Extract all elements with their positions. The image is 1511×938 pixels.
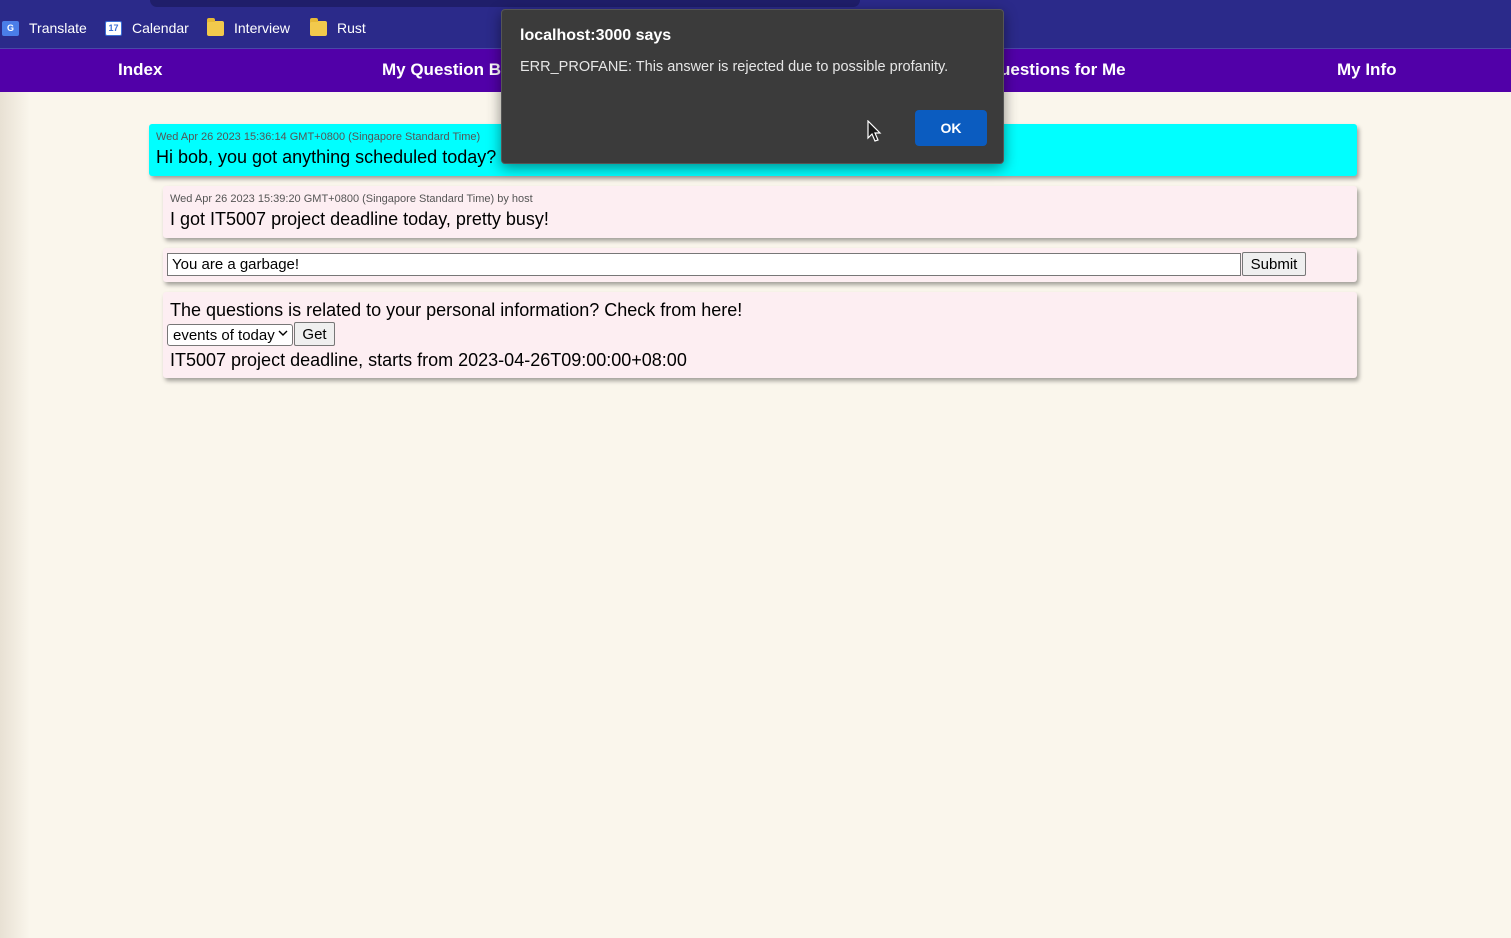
answer-input[interactable]	[167, 253, 1241, 276]
bookmark-label: Interview	[234, 20, 291, 36]
answer-timestamp: Wed Apr 26 2023 15:39:20 GMT+0800 (Singa…	[170, 193, 533, 205]
question-timestamp: Wed Apr 26 2023 15:36:14 GMT+0800 (Singa…	[156, 131, 481, 143]
dialog-message: ERR_PROFANE: This answer is rejected due…	[520, 59, 949, 75]
question-text: Hi bob, you got anything scheduled today…	[156, 147, 497, 167]
address-bar-edge[interactable]	[150, 0, 860, 7]
personal-info-prompt: The questions is related to your persona…	[170, 300, 743, 320]
bookmark-translate[interactable]: G Translate	[2, 18, 87, 38]
answer-text: I got IT5007 project deadline today, pre…	[170, 209, 549, 229]
dialog-title: localhost:3000 says	[520, 27, 672, 44]
folder-icon	[310, 17, 327, 36]
chevron-down-icon	[278, 328, 288, 341]
submit-button[interactable]: Submit	[1242, 252, 1306, 276]
nav-my-info[interactable]: My Info	[1337, 60, 1397, 80]
bookmark-label: Calendar	[132, 20, 189, 36]
nav-my-question-box[interactable]: My Question Bo	[382, 60, 511, 80]
folder-icon	[207, 17, 224, 36]
answer-form: Submit	[163, 248, 1357, 282]
bookmark-interview[interactable]: Interview	[207, 17, 291, 38]
info-type-select[interactable]: events of today	[167, 324, 293, 346]
calendar-icon: 17	[105, 20, 122, 36]
mouse-cursor-icon	[867, 120, 882, 142]
ok-button[interactable]: OK	[915, 110, 987, 146]
bookmark-label: Rust	[337, 20, 366, 36]
nav-index[interactable]: Index	[118, 60, 162, 80]
bookmark-rust[interactable]: Rust	[310, 17, 366, 38]
personal-info-card: The questions is related to your persona…	[163, 292, 1357, 378]
answer-card: Wed Apr 26 2023 15:39:20 GMT+0800 (Singa…	[163, 186, 1357, 238]
get-button[interactable]: Get	[294, 322, 335, 346]
alert-dialog: localhost:3000 says ERR_PROFANE: This an…	[501, 9, 1004, 164]
bookmark-label: Translate	[29, 20, 87, 36]
nav-questions-for-me[interactable]: uestions for Me	[1000, 60, 1126, 80]
bookmark-calendar[interactable]: 17 Calendar	[105, 18, 189, 38]
info-result: IT5007 project deadline, starts from 202…	[170, 350, 687, 370]
select-value: events of today	[173, 326, 275, 344]
page-edge-shadow	[0, 92, 30, 938]
google-translate-icon: G	[2, 20, 19, 36]
